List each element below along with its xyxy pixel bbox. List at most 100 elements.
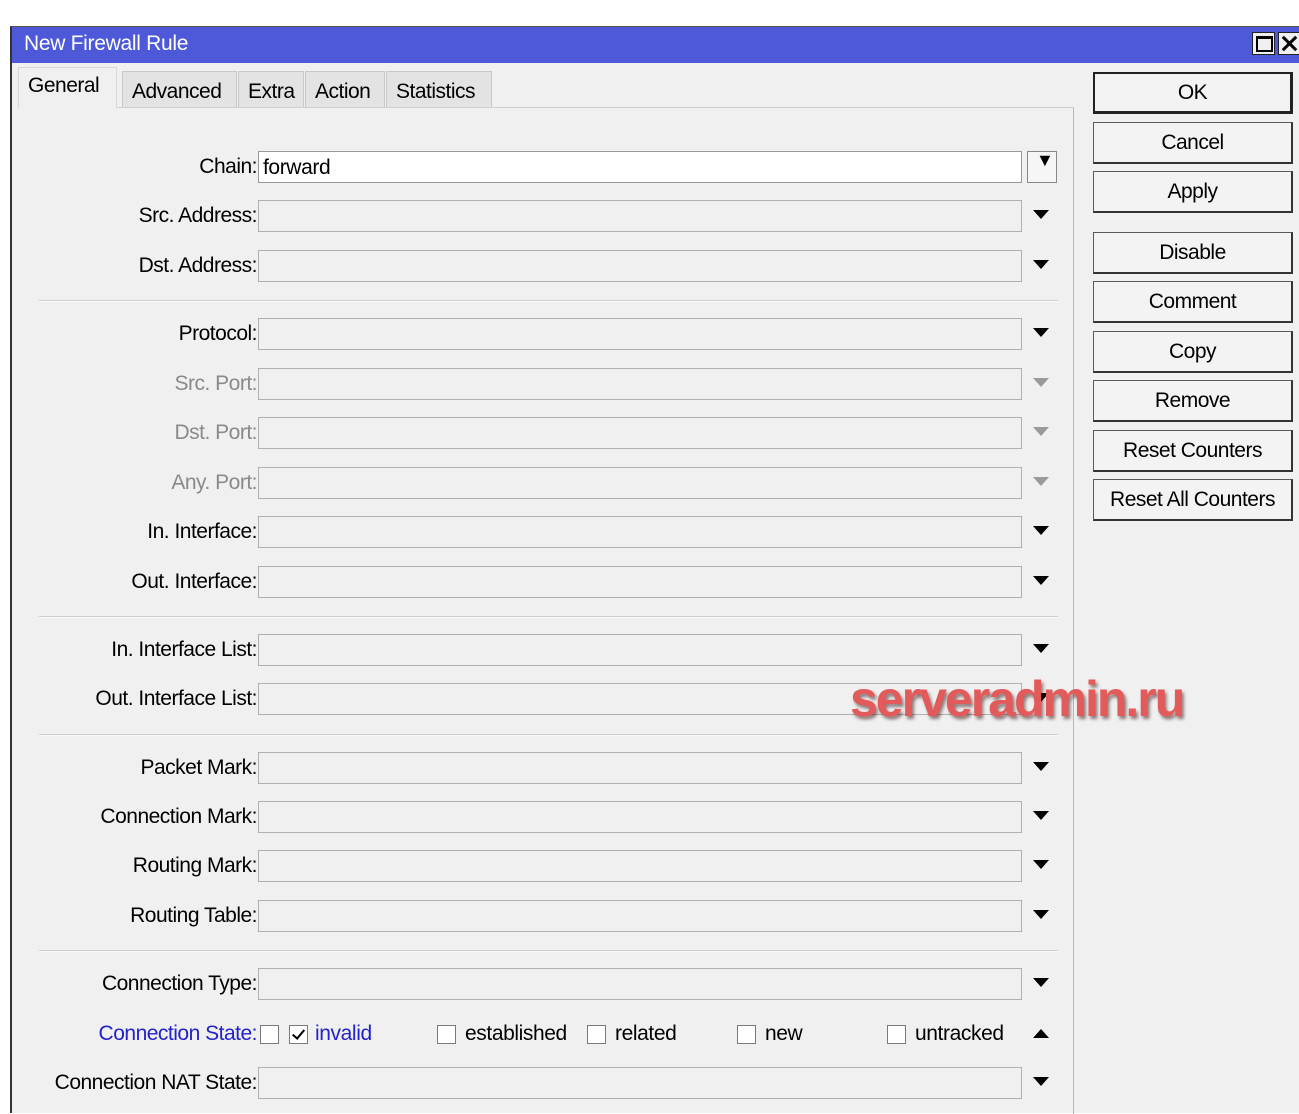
separator [39,300,1058,302]
connection-mark-input[interactable] [258,801,1022,833]
title-bar[interactable]: New Firewall Rule [12,27,1299,63]
src-port-input [258,368,1022,400]
routing-mark-expand-icon[interactable] [1033,860,1049,869]
dst-address-label: Dst. Address: [138,254,258,277]
src-port-expand-icon [1033,378,1049,387]
in-interface-list-input[interactable] [258,634,1022,666]
invalid-label[interactable]: invalid [315,1022,372,1046]
protocol-label: Protocol: [178,322,258,345]
out-interface-list-label: Out. Interface List: [95,687,257,710]
ok-button[interactable]: OK [1093,72,1293,114]
separator [39,734,1058,736]
dst-port-expand-icon [1033,427,1049,436]
watermark: serveradmin.ru [850,671,1185,727]
firewall-rule-window: New Firewall Rule General Advanced Extra… [10,26,1299,1114]
established-label[interactable]: established [465,1022,567,1046]
connection-nat-state-row: Connection NAT State: [18,1067,1073,1101]
collapse-up-icon[interactable] [1033,1029,1049,1038]
dst-address-input[interactable] [258,250,1022,282]
chain-dropdown-button[interactable]: ▼ [1027,150,1057,183]
packet-mark-expand-icon[interactable] [1033,762,1049,771]
dst-address-row: Dst. Address: [18,250,1073,284]
chain-row: Chain: forward ▼ [18,150,1073,185]
separator [39,950,1058,952]
src-port-row: Src. Port: [18,368,1073,402]
out-interface-row: Out. Interface: [18,566,1073,600]
protocol-input[interactable] [258,318,1022,350]
close-icon[interactable] [1278,32,1299,55]
any-port-input [258,467,1022,499]
apply-button[interactable]: Apply [1093,171,1293,213]
connection-nat-state-label: Connection NAT State: [54,1071,258,1094]
remove-button[interactable]: Remove [1093,380,1293,422]
reset-all-counters-button[interactable]: Reset All Counters [1093,479,1293,521]
connection-mark-expand-icon[interactable] [1033,811,1049,820]
chain-label: Chain: [199,155,257,178]
any-port-row: Any. Port: [18,467,1073,501]
maximize-icon[interactable] [1252,32,1275,55]
chain-value: forward [263,156,331,179]
tab-general[interactable]: General [18,67,117,108]
general-tab-panel: Chain: forward ▼ Src. Address: Dst. Addr… [18,107,1074,1114]
packet-mark-input[interactable] [258,752,1022,784]
routing-mark-row: Routing Mark: [18,850,1073,884]
routing-table-label: Routing Table: [130,904,257,927]
related-label[interactable]: related [615,1022,677,1046]
in-interface-list-expand-icon[interactable] [1033,644,1049,653]
connection-state-negate-checkbox[interactable] [260,1025,279,1044]
in-interface-label: In. Interface: [147,520,257,543]
routing-mark-label: Routing Mark: [132,854,258,877]
dst-address-expand-icon[interactable] [1033,260,1049,269]
reset-counters-button[interactable]: Reset Counters [1093,430,1293,472]
in-interface-expand-icon[interactable] [1033,526,1049,535]
src-address-expand-icon[interactable] [1033,210,1049,219]
src-address-input[interactable] [258,200,1022,232]
packet-mark-label: Packet Mark: [140,756,257,779]
cancel-button[interactable]: Cancel [1093,122,1293,164]
connection-type-input[interactable] [258,968,1022,1000]
tab-statistics[interactable]: Statistics [386,71,492,107]
connection-nat-state-input[interactable] [258,1067,1022,1099]
connection-type-expand-icon[interactable] [1033,978,1049,987]
out-interface-input[interactable] [258,566,1022,598]
disable-button[interactable]: Disable [1093,232,1293,274]
packet-mark-row: Packet Mark: [18,752,1073,786]
in-interface-list-label: In. Interface List: [111,638,257,661]
connection-mark-row: Connection Mark: [18,801,1073,835]
tab-extra[interactable]: Extra [238,71,304,107]
untracked-checkbox[interactable] [887,1025,906,1044]
routing-table-input[interactable] [258,900,1022,932]
untracked-label[interactable]: untracked [915,1022,1004,1046]
any-port-label: Any. Port: [171,471,257,494]
out-interface-expand-icon[interactable] [1033,576,1049,585]
connection-nat-state-expand-icon[interactable] [1033,1077,1049,1086]
dst-port-row: Dst. Port: [18,417,1073,451]
comment-button[interactable]: Comment [1093,281,1293,323]
in-interface-input[interactable] [258,516,1022,548]
src-address-row: Src. Address: [18,200,1073,234]
connection-state-label: Connection State: [98,1022,258,1045]
tab-advanced[interactable]: Advanced [122,71,237,107]
any-port-expand-icon [1033,477,1049,486]
chain-input[interactable]: forward [258,151,1022,183]
related-checkbox[interactable] [587,1025,606,1044]
in-interface-list-row: In. Interface List: [18,634,1073,668]
separator [39,616,1058,618]
src-port-label: Src. Port: [174,372,257,395]
routing-mark-input[interactable] [258,850,1022,882]
routing-table-expand-icon[interactable] [1033,910,1049,919]
connection-state-row: Connection State: invalid established re… [18,1018,1073,1052]
new-checkbox[interactable] [737,1025,756,1044]
invalid-checkbox[interactable] [289,1025,308,1044]
tab-action[interactable]: Action [305,71,385,107]
out-interface-label: Out. Interface: [131,570,257,593]
protocol-row: Protocol: [18,318,1073,352]
copy-button[interactable]: Copy [1093,331,1293,373]
dropdown-expand-icon: ▼ [1036,150,1054,170]
connection-mark-label: Connection Mark: [100,805,257,828]
new-label[interactable]: new [765,1022,803,1046]
connection-type-label: Connection Type: [101,972,258,995]
established-checkbox[interactable] [437,1025,456,1044]
protocol-expand-icon[interactable] [1033,328,1049,337]
dst-port-input [258,417,1022,449]
